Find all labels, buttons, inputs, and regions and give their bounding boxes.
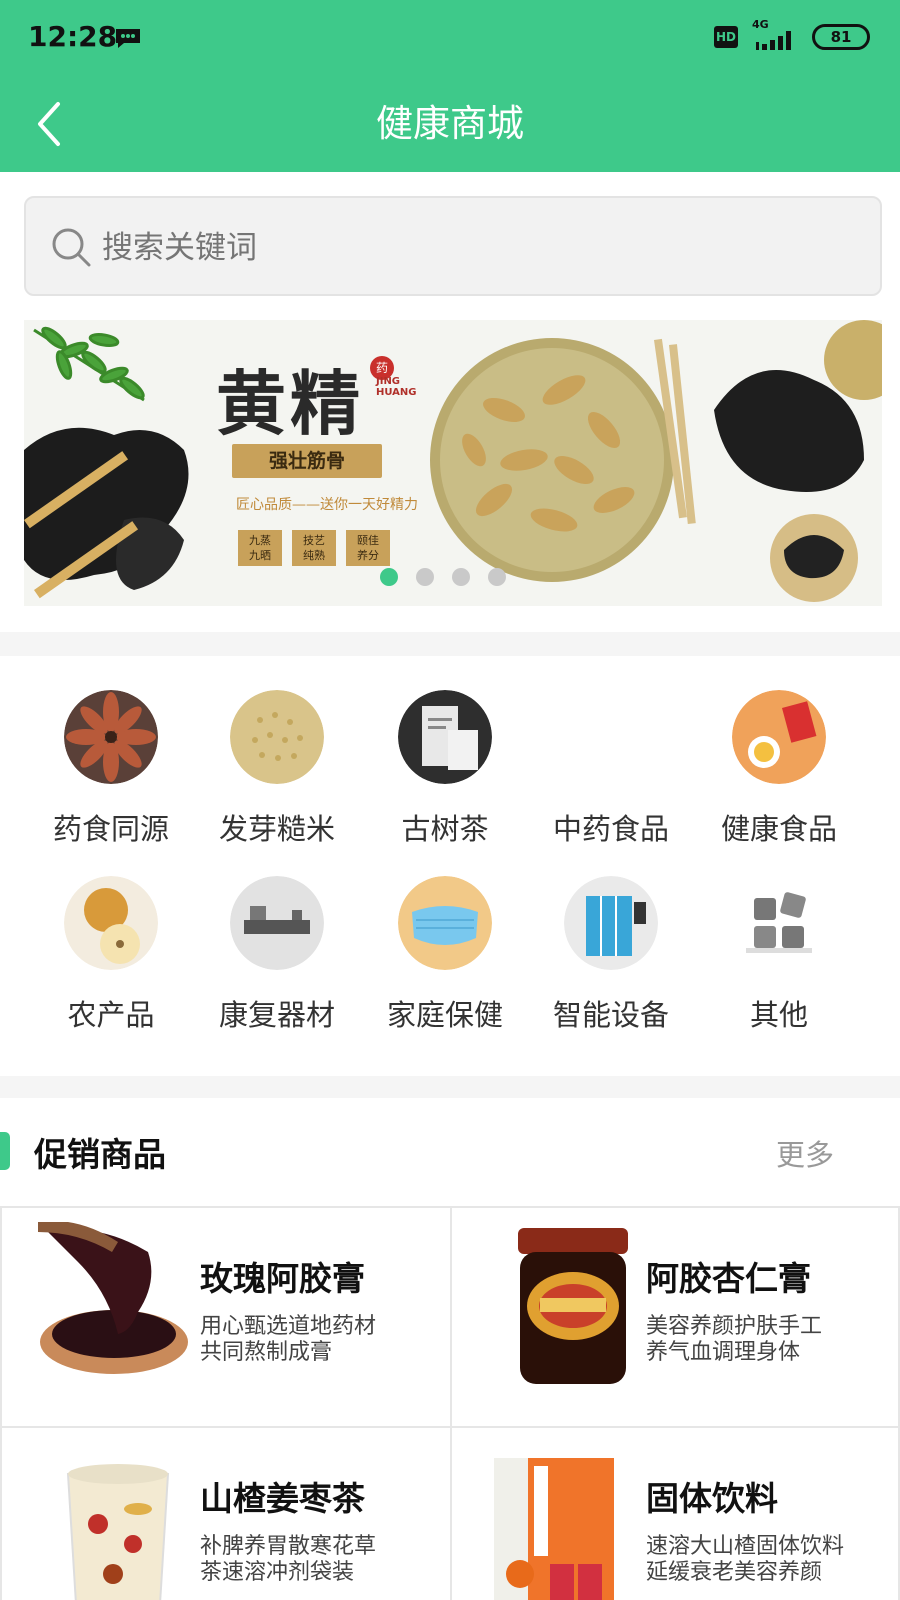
banner-tag: 九蒸 九晒 [238, 530, 282, 566]
health-food-icon [732, 690, 826, 784]
banner-title: 黄精 [216, 362, 364, 445]
product-card[interactable]: 山楂姜枣茶 补脾养胃散寒花草 茶速溶冲剂袋装 [0, 1428, 452, 1600]
category-item[interactable]: 家庭保健 [360, 876, 530, 1056]
category-item[interactable]: 健康食品 [694, 690, 864, 870]
section-divider [0, 1076, 900, 1098]
banner-pinyin: JING HUANG [376, 376, 417, 398]
category-label: 古树茶 [401, 812, 489, 846]
product-desc: 共同熬制成膏 [200, 1340, 333, 1365]
section-accent-bar [0, 1132, 10, 1170]
category-item[interactable]: 中药食品 [526, 690, 696, 870]
promo-grid: 玫瑰阿胶膏 用心甄选道地药材 共同熬制成膏 阿胶杏仁膏 美容养颜护肤手工 养气血… [0, 1206, 900, 1600]
carousel-dot-4[interactable] [488, 568, 506, 586]
product-name: 玫瑰阿胶膏 [200, 1259, 365, 1298]
product-image [66, 1464, 170, 1600]
face-mask-icon [398, 876, 492, 970]
product-image [494, 1458, 614, 1600]
banner-illustration [24, 320, 882, 602]
product-desc: 茶速溶冲剂袋装 [200, 1560, 355, 1585]
grid-other-icon [746, 892, 812, 953]
tea-bag-icon [398, 690, 492, 784]
smart-cabinet-icon [564, 876, 658, 970]
product-name: 固体饮料 [646, 1479, 778, 1518]
star-anise-icon [64, 690, 158, 784]
rehab-device-icon [230, 876, 324, 970]
search-bar[interactable] [24, 196, 882, 296]
category-label: 农产品 [67, 998, 155, 1032]
promo-banner[interactable]: 药 黄精 JING HUANG 强壮筋骨 匠心品质——送你一天好精力 九蒸 九晒 … [24, 320, 882, 606]
blank-icon [564, 690, 658, 784]
product-name: 阿胶杏仁膏 [646, 1259, 811, 1298]
product-card[interactable]: 玫瑰阿胶膏 用心甄选道地药材 共同熬制成膏 [0, 1208, 452, 1428]
nav-header: 健康商城 [0, 78, 900, 172]
message-icon [116, 29, 140, 48]
banner-tag: 技艺 纯熟 [292, 530, 336, 566]
category-item[interactable]: 智能设备 [526, 876, 696, 1056]
battery-icon: 81 [812, 24, 870, 50]
pear-icon [64, 876, 158, 970]
carousel-dot-2[interactable] [416, 568, 434, 586]
carousel-dots [380, 568, 520, 588]
signal-icon: 4G [752, 18, 800, 52]
banner-tag: 颐佳 养分 [346, 530, 390, 566]
category-label: 中药食品 [552, 812, 669, 846]
banner-tags: 九蒸 九晒 技艺 纯熟 颐佳 养分 [238, 530, 438, 570]
page-title: 健康商城 [376, 102, 524, 145]
category-label: 其他 [749, 998, 808, 1032]
category-item[interactable]: 药食同源 [26, 690, 196, 870]
promo-header: 促销商品 更多 [0, 1098, 900, 1206]
more-link[interactable]: 更多 [776, 1132, 834, 1174]
rice-icon [230, 690, 324, 784]
status-time: 12:28 [28, 20, 118, 53]
category-label: 智能设备 [552, 998, 669, 1032]
product-desc: 养气血调理身体 [646, 1340, 801, 1365]
product-desc: 延缓衰老美容养颜 [646, 1560, 823, 1585]
category-item[interactable]: 农产品 [26, 876, 196, 1056]
product-image [38, 1222, 188, 1374]
category-label: 健康食品 [720, 812, 837, 846]
category-item[interactable]: 其他 [694, 876, 864, 1056]
app-header-bar: 12:28 HD 4G 81 健康商城 [0, 0, 900, 172]
section-divider [0, 632, 900, 656]
category-label: 药食同源 [52, 812, 169, 846]
product-card[interactable]: 固体饮料 速溶大山楂固体饮料 延缓衰老美容养颜 [448, 1428, 900, 1600]
category-label: 发芽糙米 [218, 812, 335, 846]
category-label: 康复器材 [218, 998, 335, 1032]
category-item[interactable]: 古树茶 [360, 690, 530, 870]
category-label: 家庭保健 [386, 998, 503, 1032]
category-item[interactable]: 发芽糙米 [192, 690, 362, 870]
status-bar: 12:28 HD 4G 81 [0, 0, 900, 78]
hd-icon: HD [714, 26, 738, 48]
search-icon [52, 228, 91, 267]
product-card[interactable]: 阿胶杏仁膏 美容养颜护肤手工 养气血调理身体 [448, 1208, 900, 1428]
product-name: 山楂姜枣茶 [200, 1479, 365, 1518]
category-item[interactable]: 康复器材 [192, 876, 362, 1056]
category-grid: 药食同源 发芽糙米 古树茶 中药食品 健康食品 农产品 康复器材 家庭保健 智能… [0, 690, 900, 1050]
banner-tagline: 匠心品质——送你一天好精力 [236, 497, 418, 513]
search-input[interactable] [102, 218, 842, 278]
banner-ribbon: 强壮筋骨 [232, 444, 382, 478]
carousel-dot-3[interactable] [452, 568, 470, 586]
carousel-dot-1[interactable] [380, 568, 398, 586]
promo-heading: 促销商品 [34, 1135, 166, 1174]
